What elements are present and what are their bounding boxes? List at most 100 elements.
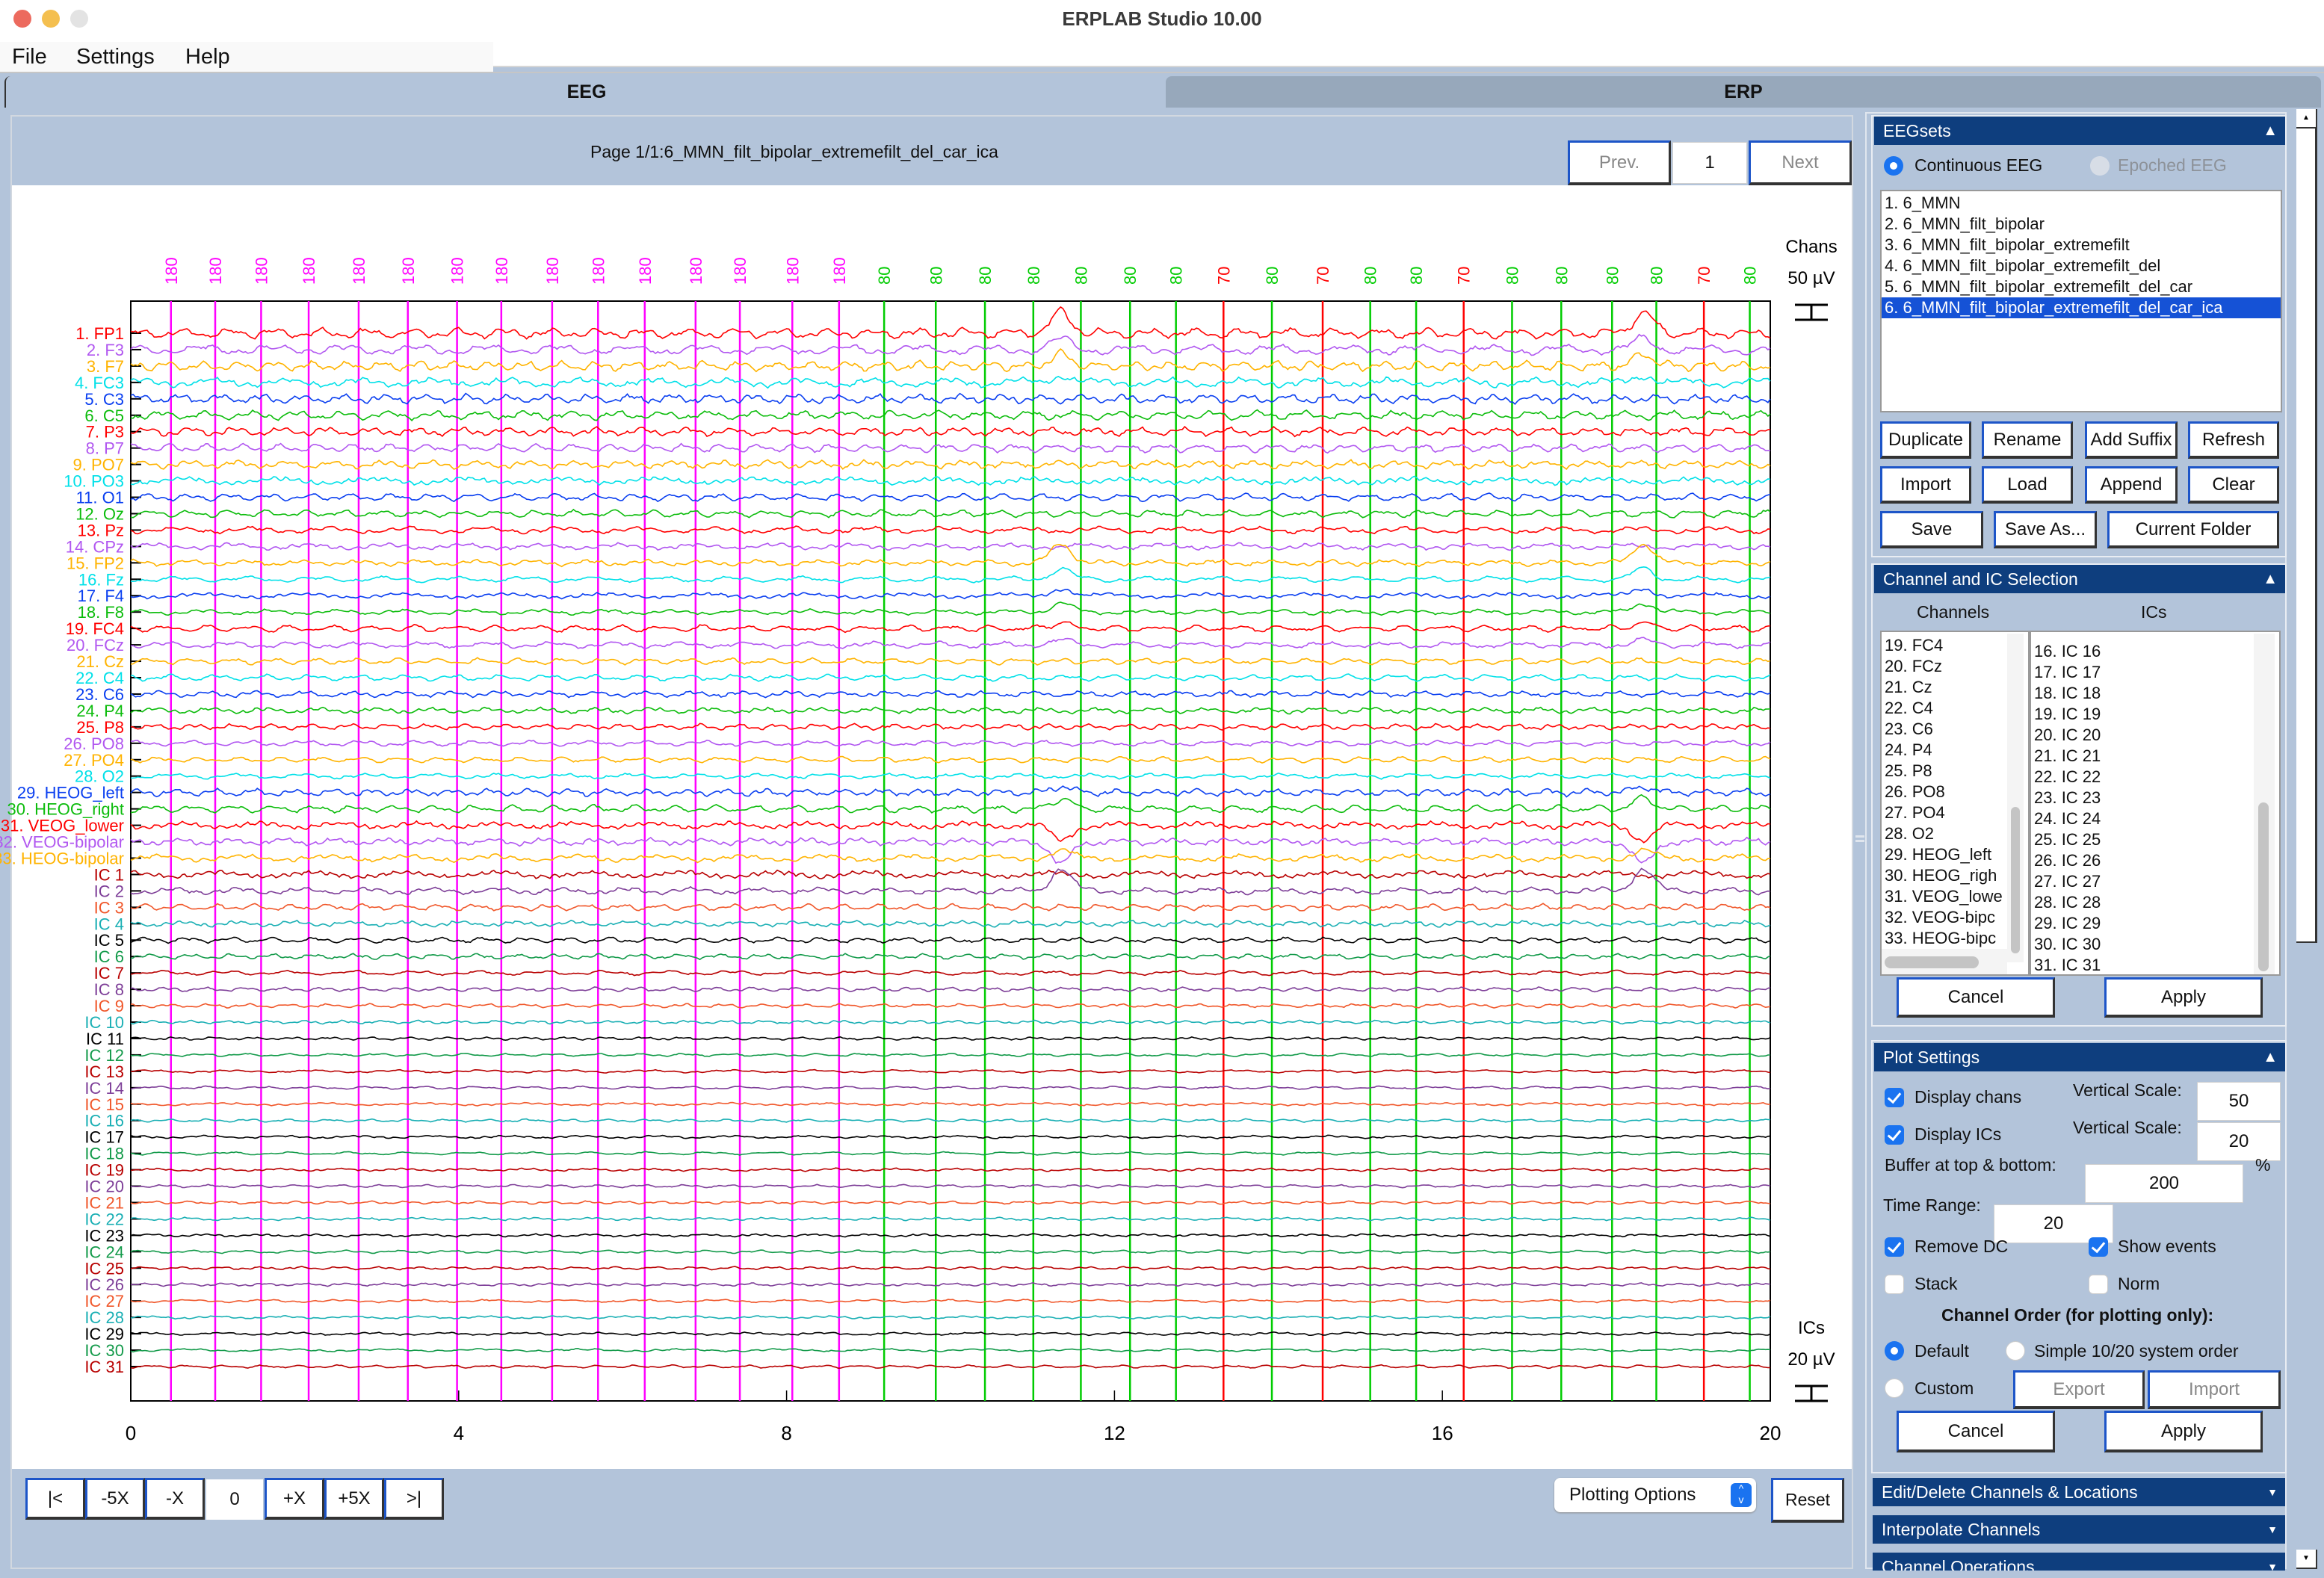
continuous-eeg-radio[interactable] (1884, 156, 1903, 176)
expand-icon[interactable]: ▼ (2267, 1515, 2278, 1544)
norm-checkbox[interactable] (2089, 1275, 2108, 1294)
splitter-handle[interactable] (1855, 835, 1864, 847)
channel-item[interactable]: 22. C4 (1882, 698, 2028, 719)
ic-item[interactable]: 28. IC 28 (2031, 892, 2279, 913)
clear-button[interactable]: Clear (2188, 466, 2279, 504)
ic-item[interactable]: 26. IC 26 (2031, 850, 2279, 871)
channel-item[interactable]: 28. O2 (1882, 823, 2028, 844)
order-custom-label: Custom (1914, 1379, 1974, 1398)
forward-5x-button[interactable]: +5X (324, 1478, 384, 1520)
ic-item[interactable]: 29. IC 29 (2031, 913, 2279, 934)
channel-item[interactable]: 21. Cz (1882, 677, 2028, 698)
back-1x-button[interactable]: -X (145, 1478, 205, 1520)
channel-order-title: Channel Order (for plotting only): (1941, 1305, 2214, 1325)
ic-item[interactable]: 30. IC 30 (2031, 934, 2279, 955)
eegset-item[interactable]: 1. 6_MMN (1882, 193, 2281, 214)
scroll-up-arrow-icon[interactable]: ▲ (2296, 109, 2317, 129)
load-button[interactable]: Load (1982, 466, 2073, 504)
forward-1x-button[interactable]: +X (265, 1478, 324, 1520)
eegset-item[interactable]: 2. 6_MMN_filt_bipolar (1882, 214, 2281, 235)
channel-item[interactable]: 24. P4 (1882, 740, 2028, 761)
scrollbar-thumb[interactable] (2258, 802, 2269, 971)
eegset-item[interactable]: 4. 6_MMN_filt_bipolar_extremefilt_del (1882, 256, 2281, 276)
ic-item[interactable]: 24. IC 24 (2031, 808, 2279, 829)
import-button[interactable]: Import (1880, 466, 1971, 504)
channel-item[interactable]: 30. HEOG_righ (1882, 865, 2028, 886)
eegset-item[interactable]: 3. 6_MMN_filt_bipolar_extremefilt (1882, 235, 2281, 256)
duplicate-button[interactable]: Duplicate (1880, 421, 1971, 459)
eegset-item[interactable]: 5. 6_MMN_filt_bipolar_extremefilt_del_ca… (1882, 276, 2281, 297)
show-events-checkbox[interactable] (2089, 1237, 2108, 1257)
epoched-eeg-radio[interactable] (2090, 156, 2110, 176)
channel-item[interactable]: 25. P8 (1882, 761, 2028, 782)
ic-item[interactable]: 31. IC 31 (2031, 955, 2279, 974)
buffer-field[interactable]: 200 (2085, 1164, 2243, 1203)
stack-checkbox[interactable] (1885, 1275, 1904, 1294)
vscale-chans-field[interactable]: 50 (2197, 1082, 2281, 1121)
jump-start-button[interactable]: |< (25, 1478, 85, 1520)
append-button[interactable]: Append (2085, 466, 2178, 504)
interpolate-channels-header[interactable]: Interpolate Channels ▼ (1873, 1515, 2285, 1544)
scroll-down-arrow-icon[interactable]: ▼ (2296, 1550, 2317, 1569)
channel-operations-header[interactable]: Channel Operations ▼ (1873, 1553, 2285, 1571)
ic-item[interactable]: 21. IC 21 (2031, 746, 2279, 767)
display-ics-checkbox[interactable] (1885, 1125, 1904, 1145)
ic-item[interactable]: 25. IC 25 (2031, 829, 2279, 850)
order-simple-radio[interactable] (2006, 1341, 2025, 1361)
channel-item[interactable]: 29. HEOG_left (1882, 844, 2028, 865)
channel-item[interactable]: 23. C6 (1882, 719, 2028, 740)
channel-item[interactable]: 32. VEOG-bipc (1882, 907, 2028, 928)
channel-item[interactable]: 33. HEOG-bipc (1882, 928, 2028, 949)
expand-icon[interactable]: ▼ (2267, 1553, 2278, 1571)
scrollbar-thumb[interactable] (1885, 956, 1979, 968)
ic-item[interactable]: 27. IC 27 (2031, 871, 2279, 892)
back-5x-button[interactable]: -5X (85, 1478, 145, 1520)
save-button[interactable]: Save (1880, 511, 1983, 548)
ic-item[interactable]: 16. IC 16 (2031, 641, 2279, 662)
edit-delete-channels-header[interactable]: Edit/Delete Channels & Locations ▼ (1873, 1478, 2285, 1506)
order-export-button[interactable]: Export (2013, 1370, 2145, 1409)
refresh-button[interactable]: Refresh (2188, 421, 2279, 459)
channel-item[interactable]: 27. PO4 (1882, 802, 2028, 823)
ics-list[interactable]: 16. IC 16 17. IC 17 18. IC 18 19. IC 19 20. … (2030, 631, 2281, 976)
scrollbar-thumb[interactable] (2296, 129, 2317, 943)
ic-item[interactable]: 22. IC 22 (2031, 767, 2279, 788)
ic-item[interactable]: 19. IC 19 (2031, 704, 2279, 725)
channel-item[interactable]: 31. VEOG_lowe (1882, 886, 2028, 907)
add-suffix-button[interactable]: Add Suffix (2085, 421, 2178, 459)
order-import-button[interactable]: Import (2148, 1370, 2281, 1409)
x-tick-label: 20 (1760, 1422, 1781, 1444)
plot-settings-apply-button[interactable]: Apply (2104, 1411, 2263, 1452)
selection-cancel-button[interactable]: Cancel (1897, 977, 2055, 1018)
jump-end-button[interactable]: >| (384, 1478, 444, 1520)
eegset-list[interactable]: 1. 6_MMN 2. 6_MMN_filt_bipolar 3. 6_MMN_fi… (1880, 190, 2282, 412)
selection-apply-button[interactable]: Apply (2104, 977, 2263, 1018)
plotting-options-select[interactable]: Plotting Options ^ v (1554, 1478, 1756, 1512)
plot-settings-cancel-button[interactable]: Cancel (1897, 1411, 2055, 1452)
channel-item[interactable]: 26. PO8 (1882, 782, 2028, 802)
current-folder-button[interactable]: Current Folder (2107, 511, 2279, 548)
right-panel-scrollbar[interactable]: ▲ ▼ (2296, 109, 2317, 1574)
ic-item[interactable]: 18. IC 18 (2031, 683, 2279, 704)
order-custom-radio[interactable] (1885, 1379, 1904, 1398)
reset-button[interactable]: Reset (1771, 1478, 1844, 1523)
ics-list-scrollbar[interactable] (2254, 634, 2275, 974)
channel-item[interactable]: 20. FCz (1882, 656, 2028, 677)
rename-button[interactable]: Rename (1982, 421, 2073, 459)
ic-item[interactable]: 23. IC 23 (2031, 788, 2279, 808)
order-default-radio[interactable] (1885, 1341, 1904, 1361)
event-label: 180 (830, 257, 849, 285)
channels-list-hscrollbar[interactable] (1882, 949, 2007, 974)
expand-icon[interactable]: ▼ (2267, 1478, 2278, 1506)
save-as-button[interactable]: Save As... (1994, 511, 2097, 548)
display-chans-checkbox[interactable] (1885, 1088, 1904, 1107)
channels-list-scrollbar[interactable] (2007, 634, 2024, 962)
remove-dc-checkbox[interactable] (1885, 1237, 1904, 1257)
event-label: 80 (1603, 267, 1622, 285)
ic-item[interactable]: 17. IC 17 (2031, 662, 2279, 683)
scrollbar-thumb[interactable] (2011, 807, 2020, 953)
eegset-item[interactable]: 6. 6_MMN_filt_bipolar_extremefilt_del_ca… (1882, 297, 2281, 318)
time-position-field[interactable]: 0 (206, 1479, 263, 1520)
ic-item[interactable]: 20. IC 20 (2031, 725, 2279, 746)
channel-item[interactable]: 19. FC4 (1882, 635, 2028, 656)
